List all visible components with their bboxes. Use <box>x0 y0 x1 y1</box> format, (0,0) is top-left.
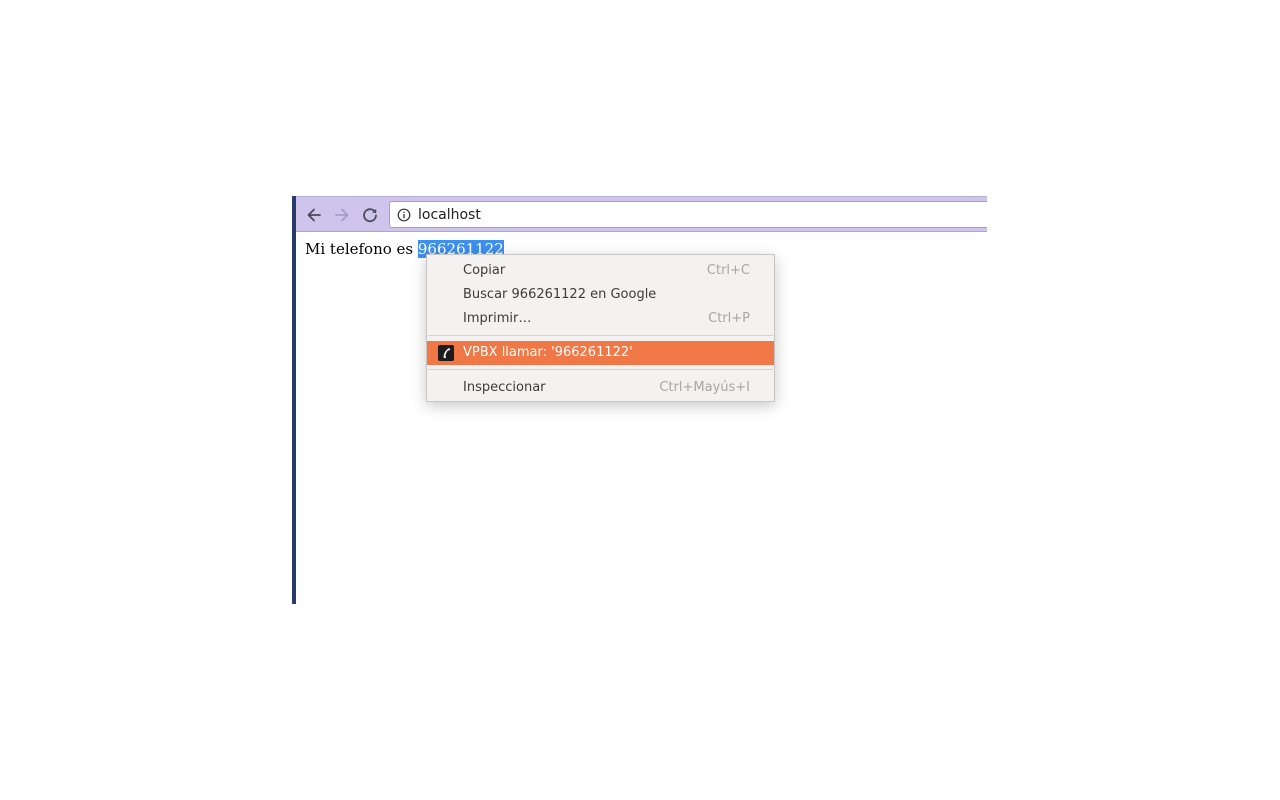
menu-separator <box>428 335 773 336</box>
menu-item-label: Imprimir… <box>463 311 532 326</box>
menu-item-label: Inspeccionar <box>463 380 546 395</box>
menu-item-copiar[interactable]: Copiar Ctrl+C <box>427 259 774 283</box>
screen: localhost Mi telefono es 966261122 Copia… <box>0 0 1280 800</box>
reload-button[interactable] <box>360 205 380 225</box>
url-text[interactable]: localhost <box>418 206 481 224</box>
menu-item-label: VPBX llamar: '966261122' <box>463 345 633 360</box>
context-menu: Copiar Ctrl+C Buscar 966261122 en Google… <box>426 254 775 402</box>
menu-separator <box>428 369 773 370</box>
browser-toolbar: localhost <box>296 196 987 232</box>
info-icon[interactable] <box>397 208 411 222</box>
menu-item-imprimir[interactable]: Imprimir… Ctrl+P <box>427 307 774 331</box>
reload-icon <box>363 208 377 223</box>
menu-item-shortcut: Ctrl+C <box>706 263 750 278</box>
menu-item-shortcut: Ctrl+P <box>708 311 750 326</box>
address-bar[interactable]: localhost <box>389 201 987 228</box>
back-button[interactable] <box>304 205 324 225</box>
menu-item-inspeccionar[interactable]: Inspeccionar Ctrl+Mayús+I <box>427 376 774 400</box>
forward-button[interactable] <box>332 205 352 225</box>
menu-item-label: Copiar <box>463 263 506 278</box>
menu-item-buscar-google[interactable]: Buscar 966261122 en Google <box>427 283 774 307</box>
arrow-left-icon <box>307 208 321 222</box>
menu-item-vpbx-llamar[interactable]: VPBX llamar: '966261122' <box>427 341 774 365</box>
arrow-right-icon <box>335 208 349 222</box>
menu-item-label: Buscar 966261122 en Google <box>463 287 657 302</box>
phone-label-text: Mi telefono es <box>305 240 418 258</box>
menu-item-shortcut: Ctrl+Mayús+I <box>659 380 750 395</box>
phone-icon <box>438 345 454 361</box>
